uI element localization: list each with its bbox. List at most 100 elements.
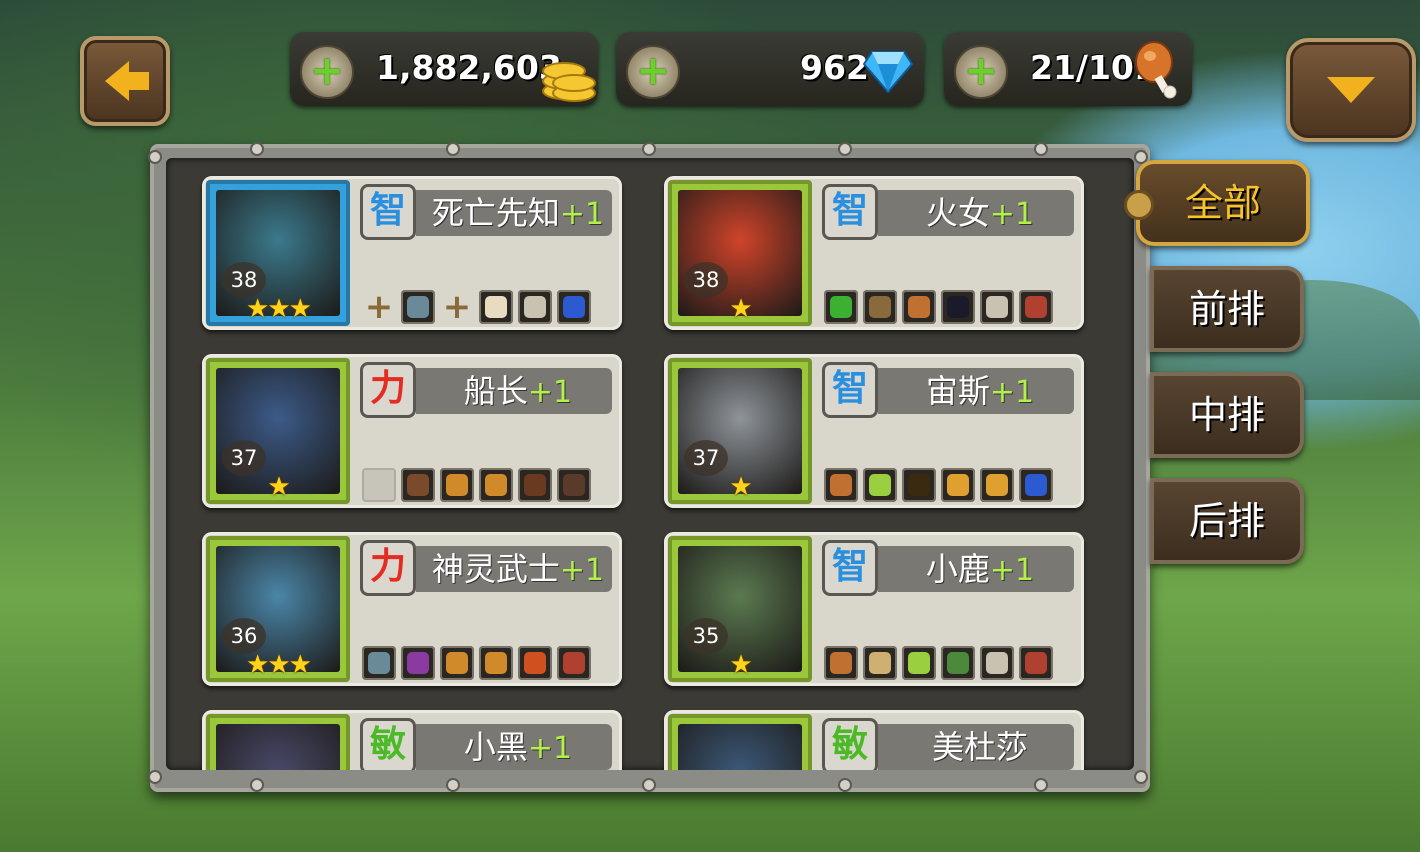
equipment-row: + +	[362, 290, 591, 324]
club-icon[interactable]	[824, 468, 858, 502]
dropdown-menu-button[interactable]	[1286, 38, 1416, 142]
barrel-icon[interactable]	[479, 468, 513, 502]
potion-icon[interactable]	[401, 646, 435, 680]
empty-equipment-slot[interactable]	[362, 468, 396, 502]
hero-card[interactable]: 敏 美杜莎	[664, 710, 1084, 770]
barrel-icon[interactable]	[440, 468, 474, 502]
tab-label: 后排	[1188, 499, 1265, 543]
hero-upgrade-level: +1	[559, 553, 605, 588]
hero-portrait: 38 ★	[668, 180, 812, 326]
equipment-row	[362, 646, 591, 680]
hero-name: 船长+1	[424, 368, 612, 416]
hero-card[interactable]: 37 ★ 力船长+1	[202, 354, 622, 508]
rivet	[838, 778, 852, 792]
hero-list-panel: 38 ★★★ 智死亡先知+1 + +38 ★ 智火女+1 37 ★ 力船长+1 37 ★ 智宙斯+1 36…	[148, 142, 1150, 792]
compass-icon[interactable]	[980, 468, 1014, 502]
axe-icon[interactable]	[362, 646, 396, 680]
scroll-icon[interactable]	[863, 646, 897, 680]
hero-card[interactable]: 38 ★★★ 智死亡先知+1 + +	[202, 176, 622, 330]
barrel-icon[interactable]	[440, 646, 474, 680]
green-blade-icon[interactable]	[824, 290, 858, 324]
add-stamina-button[interactable]: +	[954, 45, 1008, 99]
tab-back-row[interactable]: 后排	[1150, 478, 1304, 564]
hero-portrait	[206, 714, 350, 770]
drum-icon[interactable]	[479, 290, 513, 324]
dagger-icon[interactable]	[863, 290, 897, 324]
skull-helm-icon[interactable]	[980, 646, 1014, 680]
barrel-icon[interactable]	[479, 646, 513, 680]
red-boot-icon[interactable]	[557, 646, 591, 680]
hero-name-bar: 宙斯+1	[878, 368, 1074, 414]
shield-icon[interactable]	[401, 468, 435, 502]
hero-portrait: 36 ★★★	[206, 536, 350, 682]
mask-icon[interactable]	[518, 468, 552, 502]
hood-icon[interactable]	[941, 646, 975, 680]
hero-name-bar: 神灵武士+1	[416, 546, 612, 592]
hero-name: 小鹿+1	[886, 546, 1074, 594]
hero-portrait: 38 ★★★	[206, 180, 350, 326]
wand-icon[interactable]	[902, 646, 936, 680]
back-button[interactable]	[80, 36, 170, 126]
back-arrow-icon	[105, 61, 149, 101]
hero-card[interactable]: 敏小黑+1	[202, 710, 622, 770]
gold-coins-icon	[538, 50, 596, 102]
hero-name: 宙斯+1	[886, 368, 1074, 416]
tab-all[interactable]: 全部	[1124, 160, 1310, 246]
club-icon[interactable]	[824, 646, 858, 680]
hero-upgrade-level: +1	[559, 197, 605, 232]
attribute-badge: 智	[822, 362, 878, 418]
rivet	[838, 142, 852, 156]
club-icon[interactable]	[902, 290, 936, 324]
ring-icon[interactable]	[902, 468, 936, 502]
gong-icon[interactable]	[518, 646, 552, 680]
rivet	[1134, 770, 1148, 784]
compass-icon[interactable]	[941, 468, 975, 502]
hero-card-grid: 38 ★★★ 智死亡先知+1 + +38 ★ 智火女+1 37 ★ 力船长+1 37 ★ 智宙斯+1 36…	[166, 158, 1134, 770]
skull-helm-icon[interactable]	[980, 290, 1014, 324]
blue-boot-icon[interactable]	[1019, 468, 1053, 502]
attribute-badge: 敏	[822, 718, 878, 770]
gem-amount: 962	[800, 48, 869, 87]
attribute-badge: 智	[822, 184, 878, 240]
hero-portrait: 37 ★	[206, 358, 350, 504]
tab-middle-row[interactable]: 中排	[1150, 372, 1304, 458]
tab-front-row[interactable]: 前排	[1150, 266, 1304, 352]
hero-card[interactable]: 38 ★ 智火女+1	[664, 176, 1084, 330]
red-boot-icon[interactable]	[1019, 290, 1053, 324]
hero-name-bar: 火女+1	[878, 190, 1074, 236]
hero-name-text: 船长	[463, 372, 528, 410]
add-equipment-slot[interactable]: +	[440, 290, 474, 324]
hero-name: 死亡先知+1	[424, 190, 612, 238]
axe-icon[interactable]	[401, 290, 435, 324]
hero-name-text: 小鹿	[925, 550, 990, 588]
stamina-resource: + 21/101	[944, 32, 1192, 106]
gold-resource: + 1,882,603	[290, 32, 598, 106]
dark-ring-icon[interactable]	[941, 290, 975, 324]
hero-card[interactable]: 36 ★★★ 力神灵武士+1	[202, 532, 622, 686]
plus-icon: +	[636, 47, 670, 94]
hero-name: 小黑+1	[424, 724, 612, 770]
add-gems-button[interactable]: +	[626, 45, 680, 99]
hero-name-text: 美杜莎	[931, 728, 1028, 766]
equipment-row	[362, 468, 591, 502]
hero-card[interactable]: 35 ★ 智小鹿+1	[664, 532, 1084, 686]
rivet	[1034, 142, 1048, 156]
blue-boot-icon[interactable]	[557, 290, 591, 324]
hero-avatar	[216, 724, 340, 770]
hero-card[interactable]: 37 ★ 智宙斯+1	[664, 354, 1084, 508]
attribute-badge: 力	[360, 362, 416, 418]
rivet	[250, 142, 264, 156]
hero-name-bar: 小鹿+1	[878, 546, 1074, 592]
hero-upgrade-level: +1	[527, 731, 573, 766]
star-rating: ★	[729, 472, 752, 502]
boot-icon[interactable]	[557, 468, 591, 502]
wand-icon[interactable]	[863, 468, 897, 502]
red-boot-icon[interactable]	[1019, 646, 1053, 680]
add-gold-button[interactable]: +	[300, 45, 354, 99]
add-equipment-slot[interactable]: +	[362, 290, 396, 324]
gold-amount: 1,882,603	[376, 48, 562, 87]
rivet	[148, 770, 162, 784]
star-rating: ★	[267, 472, 290, 502]
attribute-badge: 智	[822, 540, 878, 596]
skull-helm-icon[interactable]	[518, 290, 552, 324]
